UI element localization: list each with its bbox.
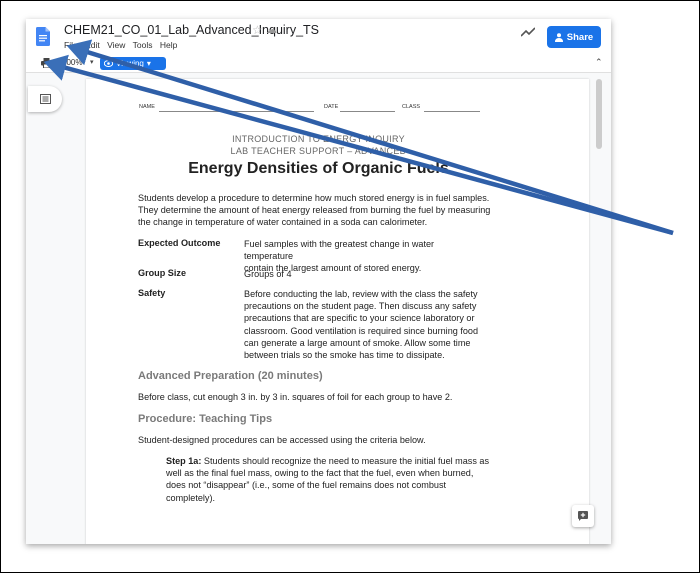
add-comment-button[interactable] bbox=[572, 505, 594, 527]
safety-line: can generate a large amount of smoke. Al… bbox=[244, 337, 471, 348]
google-docs-window: CHEM21_CO_01_Lab_Advanced_Inquiry_TS ☆ ☁… bbox=[26, 19, 611, 544]
star-icon[interactable]: ☆ bbox=[252, 23, 263, 37]
safety-line: precautions that are specific to your sc… bbox=[244, 313, 475, 324]
menu-view[interactable]: View bbox=[107, 40, 125, 50]
viewing-label: Viewing bbox=[116, 59, 144, 68]
step-line: Students should recognize the need to me… bbox=[201, 456, 490, 466]
doc-title: Energy Densities of Organic Fuels bbox=[188, 160, 449, 177]
step-label: Step 1a: bbox=[166, 456, 202, 466]
intro-line: They determine the amount of heat energy… bbox=[138, 205, 491, 216]
docs-icon[interactable] bbox=[36, 27, 50, 46]
date-label: DATE bbox=[324, 104, 339, 110]
prep-heading: Advanced Preparation (20 minutes) bbox=[138, 370, 323, 382]
chevron-down-icon[interactable]: ▾ bbox=[90, 58, 94, 66]
add-comment-icon bbox=[578, 511, 588, 521]
share-label: Share bbox=[566, 31, 594, 43]
step-line: does not “disappear” (i.e., some of the … bbox=[166, 480, 447, 491]
name-label: NAME bbox=[139, 104, 155, 110]
group-size-label: Group Size bbox=[138, 268, 186, 278]
date-underline bbox=[340, 111, 395, 112]
trend-icon[interactable] bbox=[521, 27, 535, 37]
screenshot-frame: CHEM21_CO_01_Lab_Advanced_Inquiry_TS ☆ ☁… bbox=[0, 0, 700, 573]
doc-header-1: INTRODUCTION TO ENERGY INQUIRY bbox=[232, 134, 405, 144]
safety-line: Before conducting the lab, review with t… bbox=[244, 289, 478, 299]
procedure-text: Student-designed procedures can be acces… bbox=[138, 435, 426, 445]
safety-label: Safety bbox=[138, 288, 166, 298]
safety-line: between trials so the smoke has time to … bbox=[244, 350, 445, 361]
share-button[interactable]: Share bbox=[547, 26, 601, 48]
safety-line: classroom. Good ventilation is required … bbox=[244, 325, 479, 336]
outcome-label: Expected Outcome bbox=[138, 238, 221, 248]
share-person-icon bbox=[554, 32, 563, 42]
step-line: completely). bbox=[166, 492, 216, 503]
intro-line: the change in temperature of water conta… bbox=[138, 217, 428, 228]
class-label: CLASS bbox=[402, 104, 421, 110]
outline-button[interactable] bbox=[28, 86, 62, 112]
cloud-icon: ☁ bbox=[266, 24, 277, 36]
menu-tools[interactable]: Tools bbox=[133, 40, 153, 50]
menu-file[interactable]: File bbox=[64, 40, 78, 50]
intro-line: Students develop a procedure to determin… bbox=[138, 193, 490, 203]
print-icon[interactable] bbox=[41, 58, 52, 68]
menu-edit[interactable]: Edit bbox=[85, 40, 100, 50]
viewing-mode-button[interactable]: Viewing ▾ bbox=[100, 57, 166, 70]
group-size-value: Groups of 4 bbox=[244, 269, 292, 279]
safety-value: Before conducting the lab, review with t… bbox=[244, 288, 484, 361]
menu-help[interactable]: Help bbox=[160, 40, 177, 50]
chevron-up-icon[interactable]: ⌃ bbox=[595, 57, 603, 68]
step-line: well as the final fuel mass, owing to th… bbox=[166, 468, 474, 479]
prep-text: Before class, cut enough 3 in. by 3 in. … bbox=[138, 392, 453, 402]
zoom-select[interactable]: 100% bbox=[62, 58, 82, 67]
doc-header-2: LAB TEACHER SUPPORT – ADVANCED bbox=[230, 146, 407, 156]
viewing-caret: ▾ bbox=[146, 59, 151, 68]
outcome-line: Fuel samples with the greatest change in… bbox=[244, 239, 435, 262]
procedure-heading: Procedure: Teaching Tips bbox=[138, 413, 273, 425]
menu-bar: File Edit View Tools Help bbox=[64, 40, 182, 50]
name-underline bbox=[159, 111, 314, 112]
eye-icon bbox=[104, 60, 113, 67]
class-underline bbox=[424, 111, 480, 112]
outline-icon bbox=[39, 94, 51, 104]
toolbar: 100% ▾ Viewing ▾ ⌃ bbox=[26, 55, 611, 73]
document-title[interactable]: CHEM21_CO_01_Lab_Advanced_Inquiry_TS bbox=[64, 23, 319, 37]
safety-line: precautions on the student page. Then di… bbox=[244, 301, 477, 312]
title-bar: CHEM21_CO_01_Lab_Advanced_Inquiry_TS ☆ ☁… bbox=[26, 19, 611, 55]
intro-paragraph: Students develop a procedure to determin… bbox=[138, 192, 490, 229]
step-1a: Step 1a: Students should recognize the n… bbox=[166, 455, 496, 504]
